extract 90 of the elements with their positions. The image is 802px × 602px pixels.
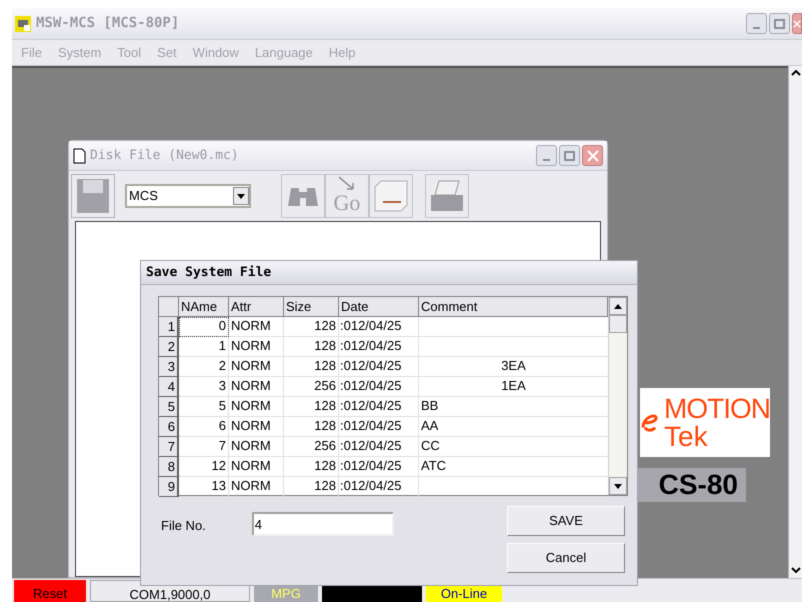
table-cell: :012/04/25 xyxy=(339,397,419,417)
table-cell: 7 xyxy=(179,437,229,457)
table-cell: NORM xyxy=(229,417,284,437)
table-cell: 128 xyxy=(284,357,339,377)
table-cell: :012/04/25 xyxy=(339,457,419,477)
table-cell: 256 xyxy=(284,437,339,457)
table-cell: NORM xyxy=(229,317,284,337)
dialog-button[interactable]: SAVE xyxy=(507,506,625,536)
maximize-button[interactable] xyxy=(559,145,580,166)
table-cell: 128 xyxy=(284,397,339,417)
table-cell: NORM xyxy=(229,377,284,397)
row-header[interactable]: 1 xyxy=(159,317,179,337)
scroll-up-icon[interactable] xyxy=(614,304,622,308)
table-cell: 256 xyxy=(284,377,339,397)
row-header[interactable]: 2 xyxy=(159,337,179,357)
disk-drive-icon xyxy=(373,179,409,213)
toolbar-button[interactable] xyxy=(425,174,469,218)
field-label: File No. xyxy=(161,517,206,535)
type-dropdown[interactable]: MCS xyxy=(125,184,251,208)
table-cell: 5 xyxy=(179,397,229,417)
table-cell: NORM xyxy=(229,457,284,477)
maximize-button[interactable] xyxy=(769,13,790,34)
table-cell: NORM xyxy=(229,357,284,377)
row-header[interactable]: 9 xyxy=(159,477,179,497)
table-cell: 128 xyxy=(284,457,339,477)
save-button[interactable] xyxy=(71,174,115,218)
minimize-button[interactable] xyxy=(536,145,557,166)
table-cell: NORM xyxy=(229,437,284,457)
table-cell: 1 xyxy=(179,337,229,357)
table-cell: NORM xyxy=(229,397,284,417)
table-cell: :012/04/25 xyxy=(339,417,419,437)
file-number-field[interactable]: 4 xyxy=(252,512,394,536)
close-icon xyxy=(793,18,801,30)
column-header[interactable]: Attr xyxy=(229,297,284,317)
table-cell: ATC xyxy=(419,457,608,477)
table-cell: 0 xyxy=(179,317,229,337)
table-cell: 6 xyxy=(179,417,229,437)
row-header[interactable]: 5 xyxy=(159,397,179,417)
dialog-button[interactable]: Cancel xyxy=(507,543,625,573)
dropdown-arrow-icon xyxy=(237,194,245,198)
table-cell: :012/04/25 xyxy=(339,337,419,357)
table-cell: AA xyxy=(419,417,608,437)
row-header[interactable]: 6 xyxy=(159,417,179,437)
app-icon xyxy=(15,16,31,32)
dialog-title: Save System File xyxy=(146,264,272,282)
table-cell: :012/04/25 xyxy=(339,437,419,457)
column-header[interactable]: Date xyxy=(339,297,419,317)
table-cell: :012/04/25 xyxy=(339,477,419,497)
minimize-button[interactable] xyxy=(746,13,767,34)
row-header[interactable]: 7 xyxy=(159,437,179,457)
table-cell: 128 xyxy=(284,477,339,497)
window-title: Disk File (New0.mc) xyxy=(90,146,239,165)
table-cell: 3 xyxy=(179,377,229,397)
logo-text: MOTION xyxy=(664,394,770,422)
table-cell: 128 xyxy=(284,337,339,357)
logo-text: Tek xyxy=(664,422,709,450)
table-cell: NORM xyxy=(229,337,284,357)
row-header[interactable]: 8 xyxy=(159,457,179,477)
scrollbar[interactable] xyxy=(788,66,802,578)
row-header[interactable]: 3 xyxy=(159,357,179,377)
column-header[interactable]: Size xyxy=(284,297,339,317)
table-cell: NORM xyxy=(229,477,284,497)
window-title: MSW-MCS [MCS-80P] xyxy=(36,14,180,33)
table-cell: CC xyxy=(419,437,608,457)
toolbar-button[interactable] xyxy=(369,174,413,218)
close-button[interactable] xyxy=(582,145,603,166)
table-cell: 13 xyxy=(179,477,229,497)
table-cell: 12 xyxy=(179,457,229,477)
table-cell: BB xyxy=(419,397,608,417)
table-cell: :012/04/25 xyxy=(339,357,419,377)
row-header[interactable]: 4 xyxy=(159,377,179,397)
table-cell: 2 xyxy=(179,357,229,377)
model-label: CS-80 xyxy=(638,468,746,502)
scroll-down-icon[interactable] xyxy=(614,484,622,488)
table-cell: 3EA xyxy=(419,357,608,377)
table-cell: 1EA xyxy=(419,377,608,397)
table-scrollbar[interactable] xyxy=(608,297,627,495)
scroll-thumb[interactable] xyxy=(609,315,627,333)
toolbar-button[interactable] xyxy=(281,174,325,218)
table-cell: :012/04/25 xyxy=(339,377,419,397)
table-cell: 128 xyxy=(284,417,339,437)
column-header[interactable]: NAme xyxy=(179,297,229,317)
printer-icon xyxy=(429,179,465,213)
document-icon xyxy=(73,148,86,164)
table-cell: 128 xyxy=(284,317,339,337)
close-icon xyxy=(586,150,598,162)
close-button[interactable] xyxy=(792,13,802,34)
column-header[interactable]: Comment xyxy=(419,297,608,317)
status-panel: Reset xyxy=(14,580,86,602)
table-cell: :012/04/25 xyxy=(339,317,419,337)
